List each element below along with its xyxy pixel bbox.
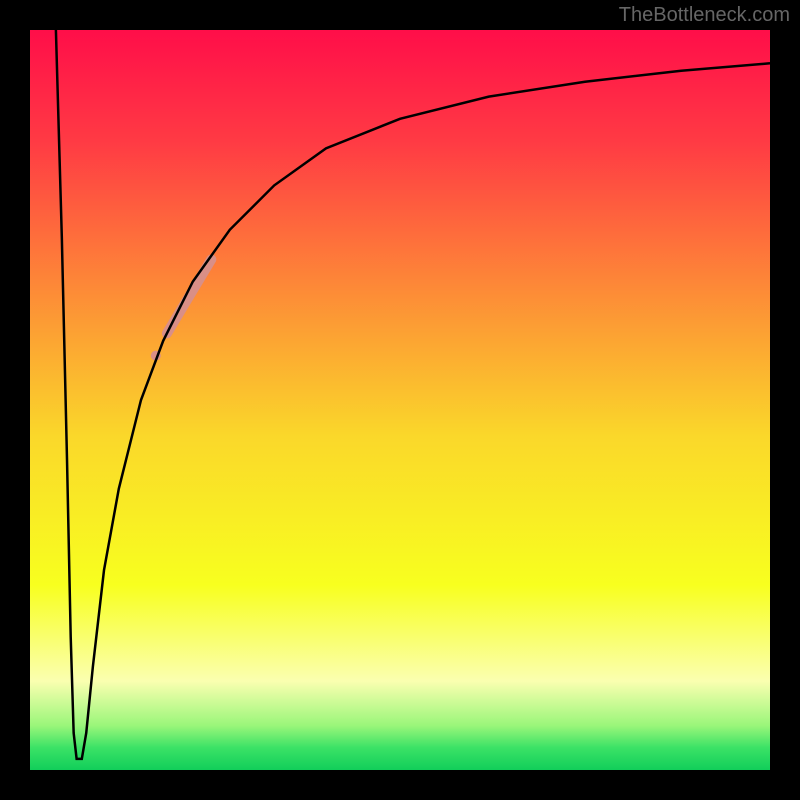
watermark-text: TheBottleneck.com	[619, 4, 790, 27]
chart-svg	[0, 0, 800, 800]
chart-container	[0, 0, 800, 800]
